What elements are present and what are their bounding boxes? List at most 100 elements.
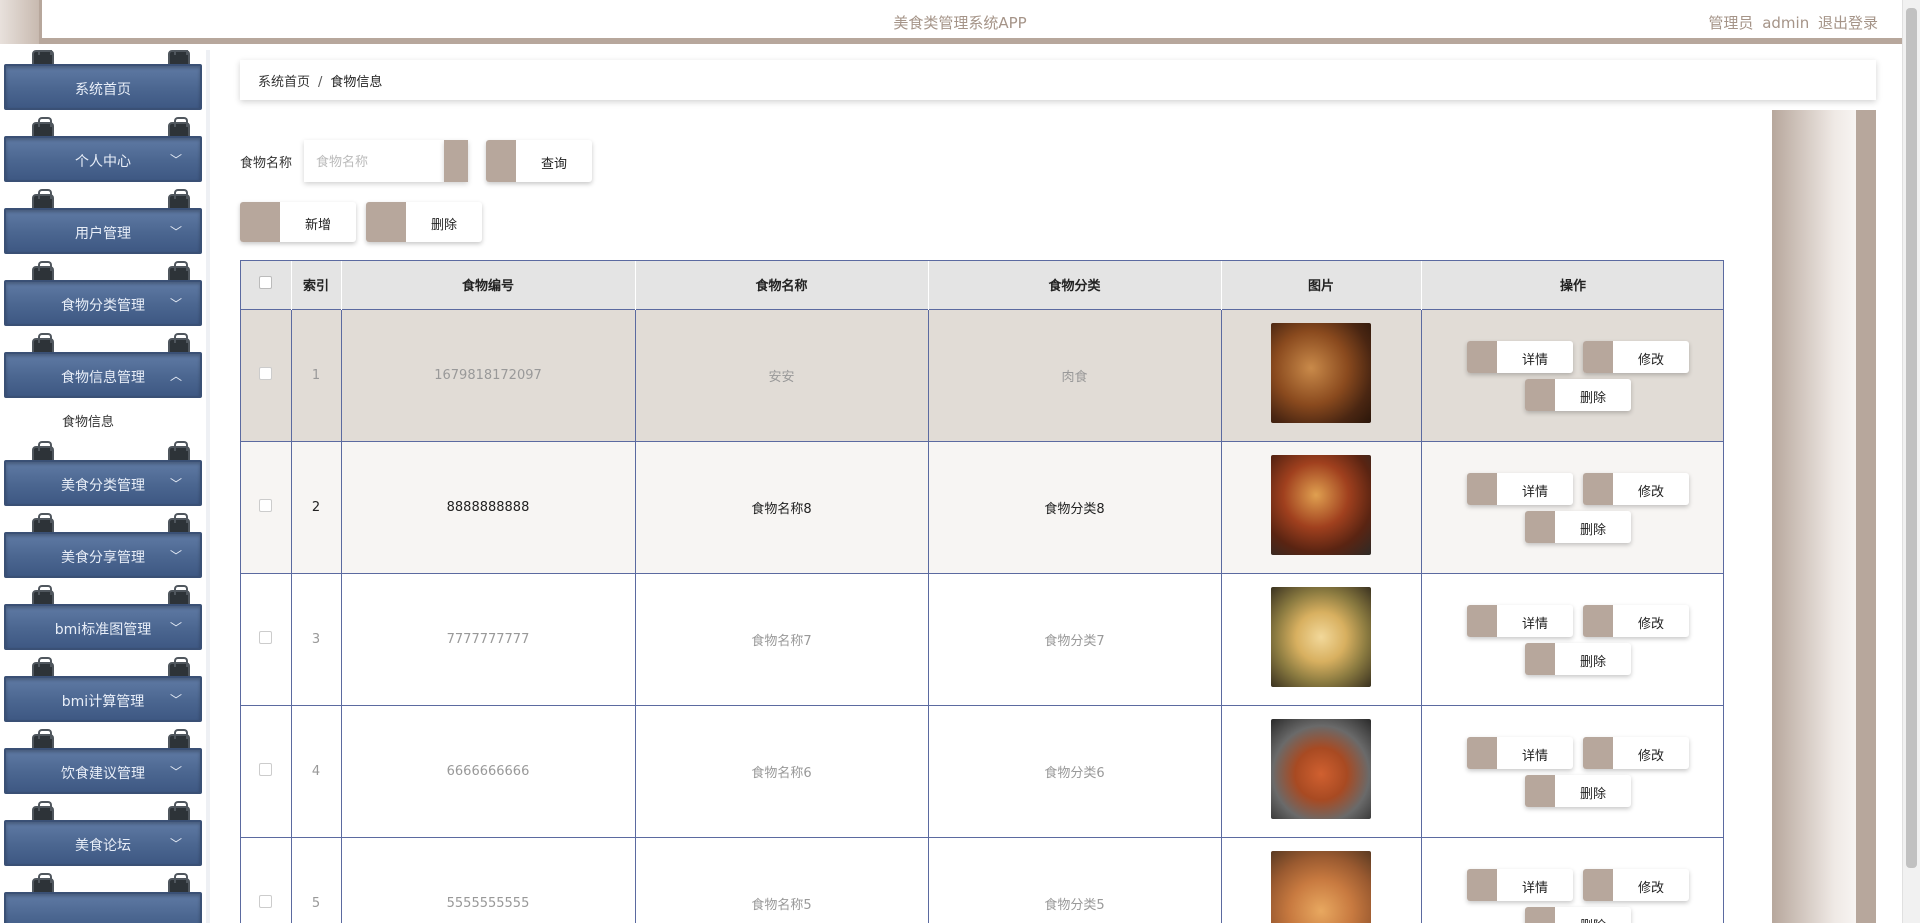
menu-card: 饮食建议管理 ﹀ [4,748,202,794]
submenu-food-info[interactable]: 食物信息 [0,404,206,442]
header-actions: 操作 [1421,261,1723,309]
cell-image [1221,440,1422,573]
cell-name: 食物名称8 [635,440,929,573]
chevron-down-icon: ﹀ [169,549,182,563]
edit-button[interactable]: 修改 [1583,869,1689,902]
chevron-down-icon: ﹀ [169,693,182,707]
chevron-down-icon: ﹀ [169,153,182,167]
button-swatch [1467,605,1497,637]
edit-button[interactable]: 修改 [1583,341,1689,373]
right-decoration [1772,110,1876,923]
header-category: 食物分类 [928,261,1222,309]
delete-button[interactable]: 删除 [1525,511,1631,543]
table-row[interactable]: 4 6666666666 食物名称6 食物分类6 详情 修改 删除 [241,704,1723,837]
sidebar: 系统首页 个人中心 ﹀ 用户管理 ﹀ 食物分类管理 ﹀ 食物信息管理 ︿ 食物信… [0,50,210,923]
detail-button[interactable]: 详情 [1467,869,1573,902]
delete-button[interactable]: 删除 [1525,643,1631,675]
cell-category: 食物分类5 [928,836,1222,923]
menu-card: 个人中心 ﹀ [4,136,202,182]
header-select-all[interactable] [241,261,292,309]
sidebar-item-diet-advice[interactable]: 饮食建议管理 ﹀ [4,729,202,794]
breadcrumb-home[interactable]: 系统首页 [258,75,310,90]
sidebar-item-cuisine-category[interactable]: 美食分类管理 ﹀ [4,441,202,506]
cell-name: 食物名称5 [635,836,929,923]
edit-button[interactable]: 修改 [1583,737,1689,769]
detail-button[interactable]: 详情 [1467,737,1573,769]
menu-card [4,892,202,923]
checkbox[interactable] [259,498,273,512]
detail-label: 详情 [1521,353,1548,368]
page-scrollbar[interactable] [1902,0,1920,923]
top-header: 美食类管理系统APP 管理员 admin 退出登录 [0,0,1920,44]
checkbox[interactable] [259,894,273,908]
cell-code: 1679818172097 [341,308,636,441]
button-swatch [486,140,516,182]
cell-code: 7777777777 [341,572,636,705]
sidebar-item-label: 系统首页 [75,82,131,98]
menu-card: 用户管理 ﹀ [4,208,202,254]
detail-button[interactable]: 详情 [1467,341,1573,373]
cell-index: 3 [291,572,342,705]
detail-button[interactable]: 详情 [1467,605,1573,637]
checkbox[interactable] [259,762,273,776]
delete-button[interactable]: 删除 [1525,775,1631,807]
checkbox[interactable] [259,630,273,644]
search-button[interactable]: 查询 [486,140,592,182]
food-image[interactable] [1271,455,1371,555]
detail-label: 详情 [1521,617,1548,632]
food-image[interactable] [1271,323,1371,423]
detail-button[interactable]: 详情 [1467,473,1573,505]
breadcrumb: 系统首页 / 食物信息 [258,71,382,90]
user-role: 管理员 [1708,14,1754,32]
breadcrumb-bar: 系统首页 / 食物信息 [240,60,1876,100]
breadcrumb-separator: / [318,75,323,90]
chevron-up-icon: ︿ [169,369,182,383]
checkbox[interactable] [259,366,273,380]
logout-link[interactable]: 退出登录 [1818,14,1878,32]
sidebar-item-profile[interactable]: 个人中心 ﹀ [4,117,202,182]
user-name: admin [1762,14,1810,32]
cell-code: 5555555555 [341,836,636,923]
sidebar-item-bmi-chart[interactable]: bmi标准图管理 ﹀ [4,585,202,650]
search-button-label: 查询 [540,157,567,172]
add-button[interactable]: 新增 [240,202,356,242]
cell-index: 4 [291,704,342,837]
sidebar-item-bmi-calc[interactable]: bmi计算管理 ﹀ [4,657,202,722]
cell-ops: 详情 修改 删除 [1421,704,1723,837]
edit-button[interactable]: 修改 [1583,473,1689,505]
button-swatch [1525,379,1555,411]
food-image[interactable] [1271,719,1371,819]
button-swatch [1583,605,1613,637]
table-row[interactable]: 2 8888888888 食物名称8 食物分类8 详情 修改 删除 [241,440,1723,573]
table-row[interactable]: 1 1679818172097 安安 肉食 详情 修改 删除 [241,308,1723,441]
checkbox[interactable] [259,276,273,290]
bulk-delete-button[interactable]: 删除 [366,202,482,242]
menu-card: bmi标准图管理 ﹀ [4,604,202,650]
sidebar-item-food-info[interactable]: 食物信息管理 ︿ [4,333,202,398]
search-divider [444,140,468,182]
sidebar-item-cuisine-share[interactable]: 美食分享管理 ﹀ [4,513,202,578]
edit-label: 修改 [1637,485,1664,500]
cell-image [1221,836,1422,923]
scrollbar-thumb[interactable] [1906,8,1917,868]
sidebar-item-users[interactable]: 用户管理 ﹀ [4,189,202,254]
cell-image [1221,704,1422,837]
row-actions: 详情 修改 删除 [1457,335,1689,415]
right-accent-bar [1856,110,1876,923]
food-image[interactable] [1271,587,1371,687]
delete-button[interactable]: 删除 [1525,907,1631,923]
edit-button[interactable]: 修改 [1583,605,1689,637]
row-actions: 详情 修改 删除 [1457,599,1689,679]
table-row[interactable]: 5 5555555555 食物名称5 食物分类5 详情 修改 删除 [241,836,1723,923]
table-row[interactable]: 3 7777777777 食物名称7 食物分类7 详情 修改 删除 [241,572,1723,705]
menu-card: 美食分享管理 ﹀ [4,532,202,578]
sidebar-item-food-category[interactable]: 食物分类管理 ﹀ [4,261,202,326]
search-input[interactable] [304,140,444,182]
delete-button[interactable]: 删除 [1525,379,1631,411]
sidebar-item-home[interactable]: 系统首页 [4,50,202,110]
sidebar-item-forum[interactable]: 美食论坛 ﹀ [4,801,202,866]
sidebar-item-more[interactable] [4,873,202,923]
edit-label: 修改 [1637,881,1664,897]
food-image[interactable] [1271,851,1371,923]
button-swatch [1467,737,1497,769]
